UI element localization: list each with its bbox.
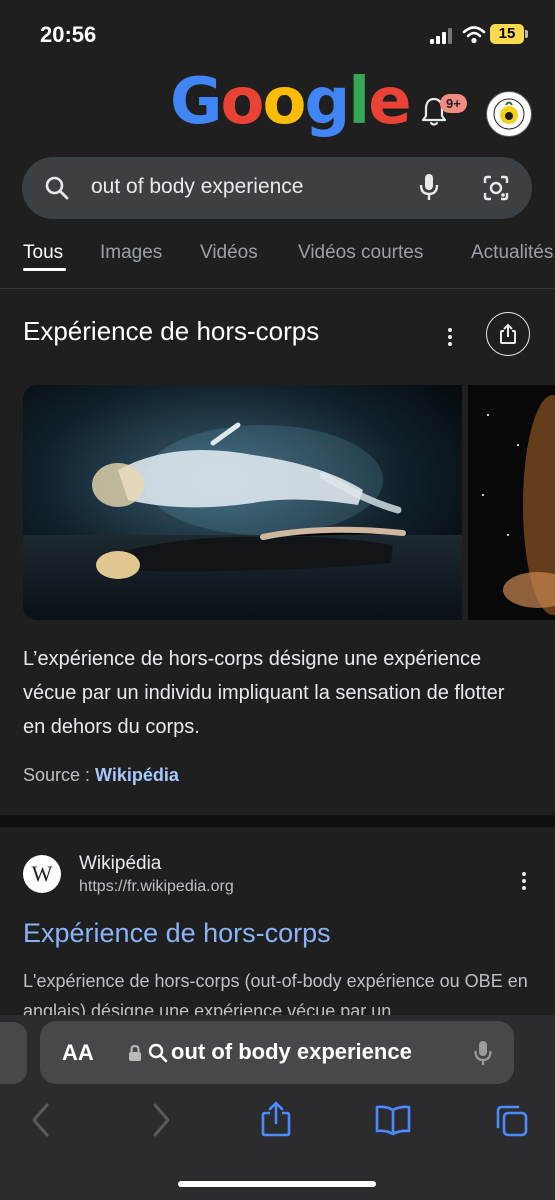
knowledge-panel-image[interactable] xyxy=(23,385,462,620)
divider xyxy=(0,288,555,289)
notification-badge: 9+ xyxy=(440,94,467,113)
lens-icon[interactable] xyxy=(482,174,510,202)
floating-figures-image xyxy=(23,385,462,620)
tabs-icon[interactable] xyxy=(494,1103,530,1139)
avatar-image xyxy=(493,98,525,130)
address-bar[interactable]: AA out of body experience xyxy=(40,1021,514,1084)
source-link[interactable]: Wikipédia xyxy=(95,765,179,785)
tab-tous[interactable]: Tous xyxy=(23,242,63,264)
share-icon[interactable] xyxy=(260,1100,292,1138)
back-icon[interactable] xyxy=(30,1102,52,1138)
status-time: 20:56 xyxy=(40,22,97,47)
wikipedia-favicon[interactable]: W xyxy=(23,855,61,893)
signal-icon xyxy=(430,28,454,44)
result-snippet: L'expérience de hors-corps (out-of-body … xyxy=(23,971,528,1016)
address-text[interactable]: out of body experience xyxy=(171,1039,412,1065)
tab-videos[interactable]: Vidéos xyxy=(200,242,258,264)
tab-videos-courtes[interactable]: Vidéos courtes xyxy=(298,242,423,264)
result-site-name[interactable]: Wikipédia xyxy=(79,853,161,875)
result-title[interactable]: Expérience de hors-corps xyxy=(23,918,331,949)
tab-actualites[interactable]: Actualités xyxy=(471,242,553,264)
previous-tab-preview[interactable] xyxy=(0,1022,27,1084)
search-icon xyxy=(45,176,69,200)
search-bar[interactable]: out of body experience xyxy=(22,157,532,219)
search-tabs: Tous Images Vidéos Vidéos courtes Actual… xyxy=(0,238,555,278)
battery-icon: 15 xyxy=(490,24,524,44)
section-separator xyxy=(0,815,555,827)
cosmic-figure-image xyxy=(468,385,555,620)
mic-icon[interactable] xyxy=(473,1039,493,1067)
battery-cap xyxy=(525,30,528,38)
mic-icon[interactable] xyxy=(418,172,440,202)
knowledge-panel-title: Expérience de hors-corps xyxy=(23,316,320,346)
battery-level: 15 xyxy=(498,25,516,42)
home-indicator[interactable] xyxy=(178,1181,376,1187)
forward-icon[interactable] xyxy=(150,1102,172,1138)
knowledge-panel-image-2[interactable] xyxy=(468,385,555,620)
wifi-icon xyxy=(462,26,486,44)
search-icon xyxy=(148,1043,168,1063)
result-url[interactable]: https://fr.wikipedia.org xyxy=(79,878,234,896)
avatar[interactable] xyxy=(486,91,532,137)
page-settings-button[interactable]: AA xyxy=(62,1040,94,1066)
source-label: Source : xyxy=(23,765,96,785)
google-doodle-logo[interactable]: Google xyxy=(170,70,412,134)
knowledge-panel-description: L’expérience de hors-corps désigne une e… xyxy=(23,648,505,738)
share-icon xyxy=(500,323,516,344)
active-tab-indicator xyxy=(23,268,66,271)
search-input[interactable]: out of body experience xyxy=(91,175,303,199)
bookmarks-icon[interactable] xyxy=(374,1104,412,1136)
share-button[interactable] xyxy=(486,312,530,356)
tab-images[interactable]: Images xyxy=(100,242,162,264)
result-more-icon[interactable] xyxy=(514,866,534,896)
more-icon[interactable] xyxy=(440,322,460,352)
lock-icon xyxy=(129,1044,141,1061)
knowledge-panel-source: Source : Wikipédia xyxy=(23,765,179,786)
